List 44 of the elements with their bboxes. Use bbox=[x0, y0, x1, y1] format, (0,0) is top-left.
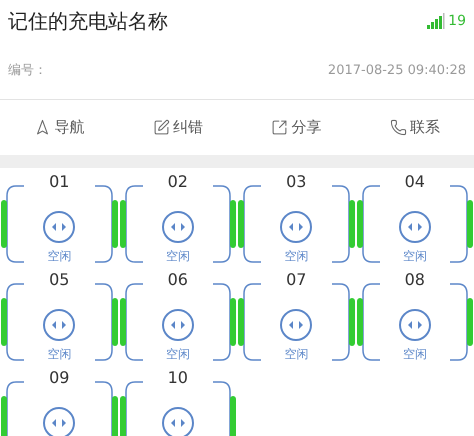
socket-icon bbox=[279, 210, 314, 244]
number-label: 编号： bbox=[8, 62, 47, 80]
stall-number: 05 bbox=[49, 270, 70, 290]
bracket-drawing bbox=[0, 380, 24, 436]
socket-icon bbox=[42, 406, 76, 436]
action-button[interactable]: 导航 bbox=[0, 116, 118, 139]
stall-number: 02 bbox=[168, 172, 188, 192]
timestamp: 2017-08-25 09:40:28 bbox=[328, 62, 466, 80]
stall-number: 07 bbox=[286, 270, 306, 290]
stall-status: 空闲 bbox=[402, 248, 427, 264]
stall-number: 04 bbox=[404, 172, 425, 192]
station-title: 记住的充电站名称 bbox=[8, 8, 168, 35]
socket-icon bbox=[279, 308, 314, 342]
signal-icon bbox=[427, 13, 446, 29]
socket-icon bbox=[398, 308, 432, 342]
socket-icon bbox=[42, 308, 76, 342]
share-icon bbox=[271, 119, 288, 136]
stall-status: 空闲 bbox=[402, 346, 427, 362]
bracket-drawing bbox=[118, 380, 142, 436]
socket-icon bbox=[160, 308, 195, 342]
stall-number: 03 bbox=[286, 172, 306, 192]
stall-status: 空闲 bbox=[284, 248, 308, 264]
socket-icon bbox=[160, 406, 195, 436]
socket-icon bbox=[398, 210, 432, 244]
stall-status: 空闲 bbox=[47, 248, 72, 264]
stall-status: 空闲 bbox=[284, 346, 308, 362]
stall-status: 空闲 bbox=[166, 346, 190, 362]
bracket-drawing bbox=[213, 380, 237, 436]
action-button[interactable]: 纠错 bbox=[118, 116, 237, 139]
stall-status: 空闲 bbox=[47, 346, 72, 362]
stall-number: 08 bbox=[404, 270, 425, 290]
stall-number: 01 bbox=[49, 172, 70, 192]
stall-status: 空闲 bbox=[166, 248, 190, 264]
stall-number: 10 bbox=[168, 368, 188, 388]
phone-icon bbox=[390, 119, 407, 136]
socket-icon bbox=[42, 210, 76, 244]
action-button[interactable]: 联系 bbox=[356, 116, 474, 139]
edit-icon bbox=[152, 119, 170, 136]
action-button[interactable]: 分享 bbox=[237, 116, 356, 139]
bracket-drawing bbox=[94, 380, 118, 436]
stall-number: 09 bbox=[49, 368, 70, 388]
socket-icon bbox=[160, 210, 195, 244]
stall-number: 06 bbox=[168, 270, 188, 290]
signal-count: 19 bbox=[448, 12, 466, 30]
